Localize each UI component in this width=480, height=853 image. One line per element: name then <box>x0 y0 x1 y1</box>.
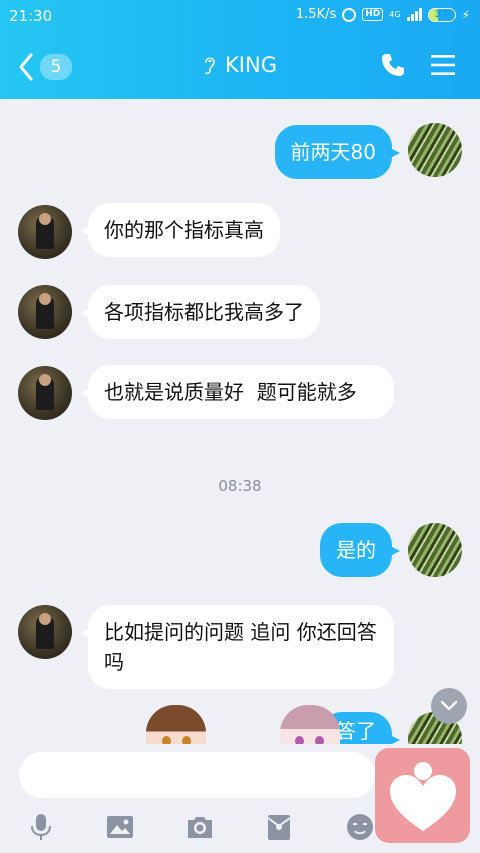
message-bubble-outgoing[interactable]: 前两天80 <box>274 125 401 179</box>
emoji-button[interactable] <box>343 810 377 844</box>
message-bubble-incoming[interactable]: 比如提问的问题 追问 你还回答吗 <box>80 605 394 689</box>
alarm-icon <box>342 7 357 22</box>
top-bar: 21:30 1.5K/s HD 4G 37 ⚡ 5 KING <box>0 0 480 99</box>
charging-icon: ⚡ <box>461 7 470 22</box>
camera-button[interactable] <box>183 810 217 844</box>
heart-person-icon <box>389 761 456 831</box>
ear-icon <box>205 57 215 75</box>
image-button[interactable] <box>103 810 137 844</box>
message-list[interactable]: 前两天80 你的那个指标真高 各项指标都比我高多了 也就是说质量好 题可能就多 … <box>0 99 480 766</box>
battery-icon: 37 <box>427 7 456 22</box>
message-bubble-incoming[interactable]: 各项指标都比我高多了 <box>80 285 320 339</box>
status-time: 21:30 <box>9 7 53 25</box>
contact-avatar[interactable] <box>18 285 72 339</box>
phone-icon[interactable] <box>380 52 406 78</box>
message-input[interactable] <box>19 752 375 798</box>
message-bubble-incoming[interactable]: 也就是说质量好 题可能就多 <box>80 365 394 419</box>
message-bubble-incoming[interactable]: 你的那个指标真高 <box>80 203 280 257</box>
red-packet-button[interactable] <box>262 810 296 844</box>
voice-button[interactable] <box>24 810 58 844</box>
emoji-icon <box>347 814 373 840</box>
menu-icon[interactable] <box>430 52 456 78</box>
network-speed: 1.5K/s <box>295 7 337 22</box>
chevron-down-icon <box>440 700 458 711</box>
message-bubble-outgoing[interactable]: 是的 <box>320 523 400 577</box>
contact-name: KING <box>225 53 277 77</box>
contact-avatar[interactable] <box>18 366 72 420</box>
my-avatar[interactable] <box>408 523 462 577</box>
camera-icon <box>188 817 212 838</box>
red-packet-icon <box>267 815 291 840</box>
image-icon <box>107 816 133 838</box>
chat-header: 5 KING <box>0 34 480 99</box>
my-avatar[interactable] <box>408 123 462 177</box>
microphone-icon <box>31 814 51 840</box>
contact-avatar[interactable] <box>18 205 72 259</box>
network-type: 4G <box>389 9 401 19</box>
signal-icon <box>406 8 422 21</box>
message-timestamp: 08:38 <box>218 477 262 495</box>
battery-level: 37 <box>434 8 449 20</box>
status-bar: 21:30 1.5K/s HD 4G 37 ⚡ <box>0 0 480 34</box>
floating-heart-button[interactable] <box>375 748 470 843</box>
hd-icon: HD <box>362 8 384 21</box>
status-icons: 1.5K/s HD 4G 37 ⚡ <box>296 7 470 22</box>
contact-avatar[interactable] <box>18 605 72 659</box>
header-actions <box>380 52 456 78</box>
scroll-to-bottom-button[interactable] <box>431 688 467 724</box>
